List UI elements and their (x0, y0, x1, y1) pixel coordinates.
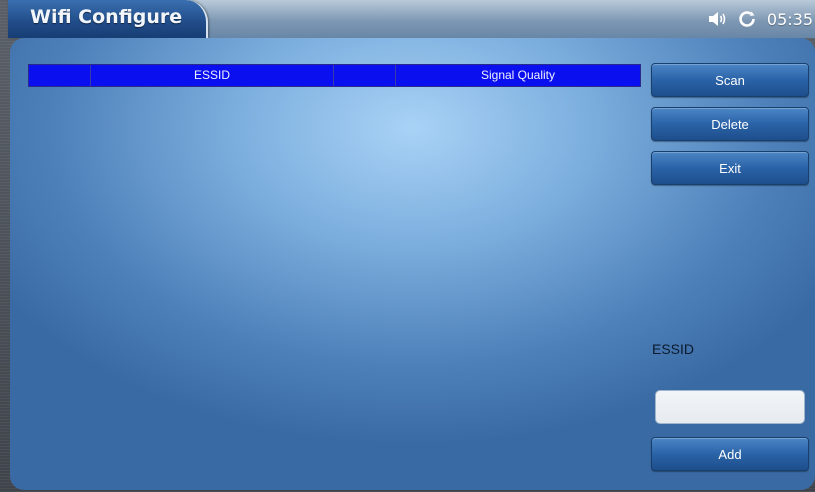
main-panel: ESSID Signal Quality Scan Delete Exit ES… (10, 38, 815, 490)
refresh-icon[interactable] (737, 9, 757, 29)
scan-button[interactable]: Scan (651, 63, 809, 97)
column-header-spacer[interactable] (334, 65, 396, 86)
screen: Wifi Configure 05:35 ESSID Signal Qualit… (0, 0, 815, 492)
wifi-table-header: ESSID Signal Quality (28, 64, 641, 87)
exit-button[interactable]: Exit (651, 151, 809, 185)
essid-label: ESSID (652, 341, 695, 357)
column-header-blank[interactable] (29, 65, 91, 86)
delete-button[interactable]: Delete (651, 107, 809, 141)
column-header-essid[interactable]: ESSID (91, 65, 334, 86)
status-area: 05:35 (707, 0, 815, 38)
page-title: Wifi Configure (30, 6, 183, 28)
speaker-icon[interactable] (707, 10, 727, 28)
clock: 05:35 (766, 9, 813, 29)
title-tab: Wifi Configure (8, 0, 208, 38)
essid-input[interactable] (655, 390, 805, 424)
add-button[interactable]: Add (651, 437, 809, 471)
column-header-signal-quality[interactable]: Signal Quality (396, 65, 640, 86)
